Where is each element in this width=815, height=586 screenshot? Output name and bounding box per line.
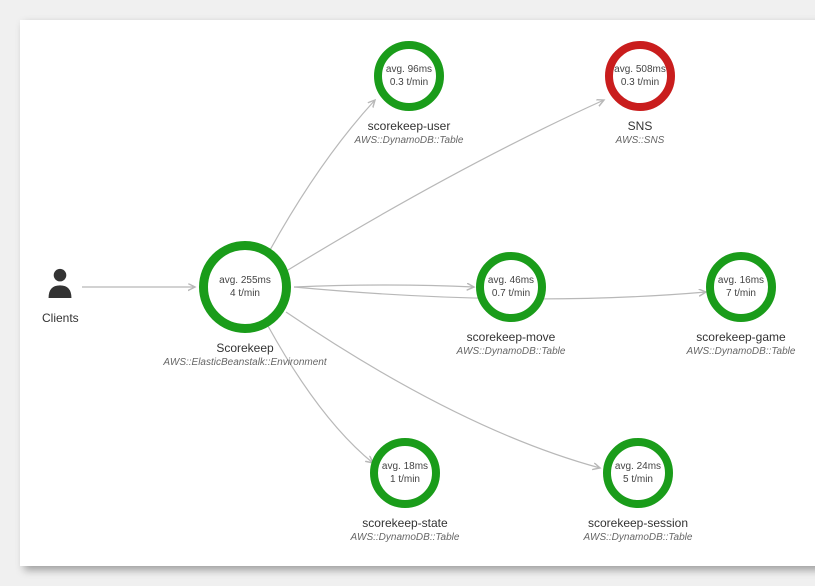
node-scorekeep-resource: AWS::ElasticBeanstalk::Environment	[150, 357, 340, 368]
node-sns-rate: 0.3 t/min	[621, 76, 659, 89]
node-sns[interactable]: avg. 508ms 0.3 t/min SNS AWS::SNS	[585, 41, 695, 146]
node-sns-resource: AWS::SNS	[585, 135, 695, 146]
node-game[interactable]: avg. 16ms 7 t/min scorekeep-game AWS::Dy…	[676, 252, 806, 357]
node-move-resource: AWS::DynamoDB::Table	[446, 346, 576, 357]
node-game-avg: avg. 16ms	[718, 274, 764, 287]
node-sns-circle: avg. 508ms 0.3 t/min	[605, 41, 675, 111]
node-game-resource: AWS::DynamoDB::Table	[676, 346, 806, 357]
node-user-rate: 0.3 t/min	[390, 76, 428, 89]
node-state-avg: avg. 18ms	[382, 460, 428, 473]
node-move[interactable]: avg. 46ms 0.7 t/min scorekeep-move AWS::…	[446, 252, 576, 357]
node-clients-label: Clients	[42, 311, 79, 325]
node-session-title: scorekeep-session	[568, 516, 708, 530]
node-sns-avg: avg. 508ms	[614, 63, 666, 76]
node-session[interactable]: avg. 24ms 5 t/min scorekeep-session AWS:…	[568, 438, 708, 543]
node-state-resource: AWS::DynamoDB::Table	[340, 532, 470, 543]
node-user-circle: avg. 96ms 0.3 t/min	[374, 41, 444, 111]
node-session-resource: AWS::DynamoDB::Table	[568, 532, 708, 543]
node-scorekeep-avg: avg. 255ms	[219, 274, 271, 287]
node-scorekeep-circle: avg. 255ms 4 t/min	[199, 241, 291, 333]
node-game-circle: avg. 16ms 7 t/min	[706, 252, 776, 322]
node-move-title: scorekeep-move	[446, 330, 576, 344]
node-user-avg: avg. 96ms	[386, 63, 432, 76]
node-scorekeep-rate: 4 t/min	[230, 287, 260, 300]
node-game-title: scorekeep-game	[676, 330, 806, 344]
node-move-avg: avg. 46ms	[488, 274, 534, 287]
node-scorekeep[interactable]: avg. 255ms 4 t/min Scorekeep AWS::Elasti…	[150, 241, 340, 368]
service-map-diagram: Clients avg. 255ms 4 t/min Scorekeep AWS…	[20, 20, 815, 566]
user-icon	[46, 266, 74, 298]
node-scorekeep-title: Scorekeep	[150, 341, 340, 355]
node-sns-title: SNS	[585, 119, 695, 133]
node-state[interactable]: avg. 18ms 1 t/min scorekeep-state AWS::D…	[340, 438, 470, 543]
node-session-rate: 5 t/min	[623, 473, 653, 486]
node-session-avg: avg. 24ms	[615, 460, 661, 473]
node-user-resource: AWS::DynamoDB::Table	[344, 135, 474, 146]
node-game-rate: 7 t/min	[726, 287, 756, 300]
node-user[interactable]: avg. 96ms 0.3 t/min scorekeep-user AWS::…	[344, 41, 474, 146]
node-move-rate: 0.7 t/min	[492, 287, 530, 300]
node-clients[interactable]: Clients	[42, 266, 79, 325]
node-state-circle: avg. 18ms 1 t/min	[370, 438, 440, 508]
node-state-rate: 1 t/min	[390, 473, 420, 486]
node-session-circle: avg. 24ms 5 t/min	[603, 438, 673, 508]
node-user-title: scorekeep-user	[344, 119, 474, 133]
node-move-circle: avg. 46ms 0.7 t/min	[476, 252, 546, 322]
node-state-title: scorekeep-state	[340, 516, 470, 530]
